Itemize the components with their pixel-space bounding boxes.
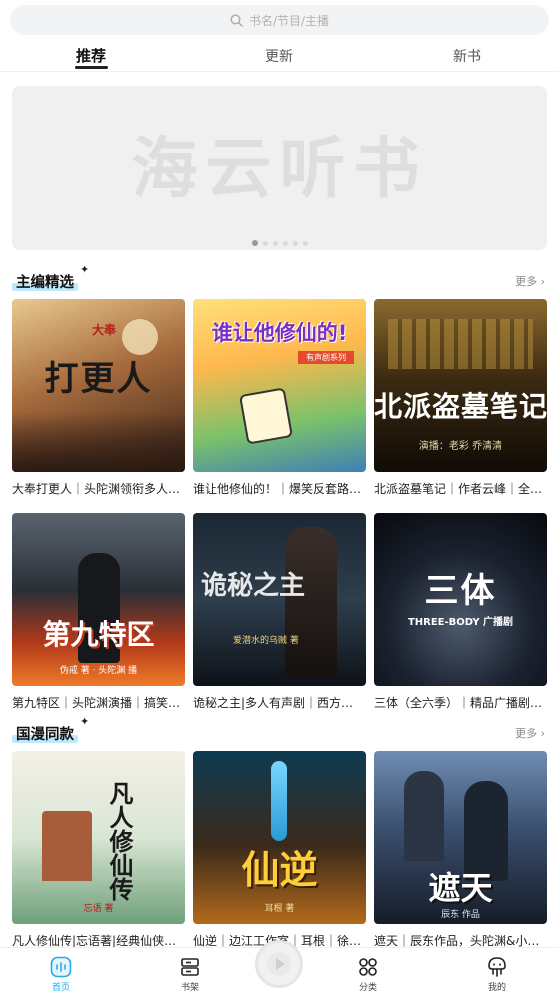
- moon-decoration: [122, 319, 158, 355]
- search-placeholder: 书名/节目/主播: [248, 13, 330, 28]
- top-tabs: 推荐 更新 新书: [0, 40, 559, 72]
- cover-subtitle: 大奉: [92, 323, 117, 337]
- nav-label: 分类: [358, 983, 377, 993]
- cover-title: 北派盗墓笔记: [374, 390, 547, 423]
- book-caption: 第九特区｜头陀渊演播｜搞笑…: [12, 696, 181, 710]
- tab-updates[interactable]: 更新: [265, 46, 293, 66]
- section-header-anime: 国漫同款 ✦ 更多 ›: [0, 715, 559, 747]
- cover-subtitle: 伪戒 著 · 头陀渊 播: [59, 666, 138, 676]
- search-bar[interactable]: 书名/节目/主播: [10, 5, 549, 35]
- cover-title: 凡人修仙传: [105, 781, 133, 901]
- book-caption: 谁让他修仙的！｜爆笑反套路…: [193, 482, 362, 496]
- carousel-dot[interactable]: [251, 240, 258, 246]
- bookshelf-icon: [181, 958, 199, 976]
- carousel-dot[interactable]: [272, 240, 278, 246]
- active-tab-indicator: [75, 66, 108, 69]
- more-link[interactable]: 更多 ›: [515, 273, 545, 289]
- home-wave-icon: [50, 956, 72, 978]
- book-cover: 凡人修仙传 忘语 著: [12, 751, 185, 924]
- cover-subtitle: 演播：老彩 乔清清: [418, 441, 503, 452]
- bottom-navigation: 首页 书架 分类 我的: [0, 940, 559, 1001]
- cover-title: 第九特区: [42, 618, 155, 651]
- nav-home[interactable]: 首页: [31, 956, 91, 993]
- cover-subtitle: 辰东 作品: [441, 910, 480, 920]
- cover-title: 谁让他修仙的!: [211, 321, 348, 345]
- book-cover: 遮天 辰东 作品: [374, 751, 547, 924]
- nav-bookshelf[interactable]: 书架: [160, 956, 220, 993]
- cover-title: 诡秘之主: [201, 571, 306, 601]
- tab-new-books[interactable]: 新书: [453, 46, 481, 66]
- book-cover: 诡秘之主 爱潜水的乌贼 著: [193, 513, 366, 686]
- book-caption: 北派盗墓笔记｜作者云峰｜全…: [374, 482, 543, 496]
- book-cover: 北派盗墓笔记 演播：老彩 乔清清: [374, 299, 547, 472]
- book-cover: 打更人 大奉: [12, 299, 185, 472]
- mascot-decoration: [239, 387, 293, 445]
- cover-title: 三体: [424, 571, 497, 611]
- sparkle-icon: ✦: [80, 263, 90, 276]
- carousel-dot[interactable]: [262, 240, 268, 246]
- more-link[interactable]: 更多 ›: [515, 725, 545, 741]
- cover-shade: [12, 412, 185, 472]
- nav-label: 首页: [51, 983, 70, 993]
- category-grid-icon: [359, 958, 377, 976]
- cover-subtitle: 有声剧系列: [298, 351, 354, 364]
- banner-placeholder-text: 海云听书: [131, 130, 428, 207]
- section-title: 主编精选: [16, 275, 74, 291]
- book-cover: 第九特区 伪戒 著 · 头陀渊 播: [12, 513, 185, 686]
- carousel-dot[interactable]: [282, 240, 288, 246]
- nav-category[interactable]: 分类: [338, 956, 398, 993]
- book-cover: 三体 THREE-BODY 广播剧: [374, 513, 547, 686]
- section-title: 国漫同款: [16, 727, 74, 743]
- banner-carousel[interactable]: 海云听书: [12, 86, 547, 250]
- tab-recommend[interactable]: 推荐: [76, 45, 106, 66]
- tomb-decoration: [388, 319, 533, 369]
- cover-title: 打更人: [44, 359, 153, 399]
- carousel-dot[interactable]: [302, 240, 308, 246]
- nav-label: 书架: [180, 983, 199, 993]
- cover-title: 遮天: [428, 869, 493, 907]
- sparkle-icon: ✦: [80, 715, 90, 728]
- pagoda-decoration: [42, 811, 92, 881]
- book-caption: 诡秘之主|多人有声剧｜西方…: [193, 696, 354, 710]
- cover-subtitle: 忘语 著: [83, 904, 114, 914]
- book-cover: 仙逆 耳根 著: [193, 751, 366, 924]
- character-decoration: [404, 771, 444, 861]
- character-decoration: [285, 527, 337, 677]
- cover-subtitle: THREE-BODY 广播剧: [407, 617, 514, 628]
- cover-subtitle: 爱潜水的乌贼 著: [233, 636, 299, 646]
- carousel-dot[interactable]: [292, 240, 298, 246]
- book-caption: 大奉打更人｜头陀渊领衔多人…: [12, 482, 181, 496]
- nav-label: 我的: [487, 983, 506, 993]
- nav-profile[interactable]: 我的: [467, 956, 527, 993]
- profile-icon: [488, 957, 506, 977]
- player-button[interactable]: [255, 940, 303, 988]
- cover-title: 仙逆: [241, 848, 318, 892]
- sword-decoration: [271, 761, 287, 841]
- book-cover: 谁让他修仙的! 有声剧系列: [193, 299, 366, 472]
- section-header-editor-picks: 主编精选 ✦ 更多 ›: [0, 263, 559, 295]
- play-disc-icon: [267, 952, 291, 976]
- book-caption: 三体（全六季）｜精品广播剧…: [374, 696, 543, 710]
- cover-subtitle: 耳根 著: [264, 904, 295, 914]
- carousel-dots: [12, 240, 547, 246]
- search-icon: [230, 13, 243, 27]
